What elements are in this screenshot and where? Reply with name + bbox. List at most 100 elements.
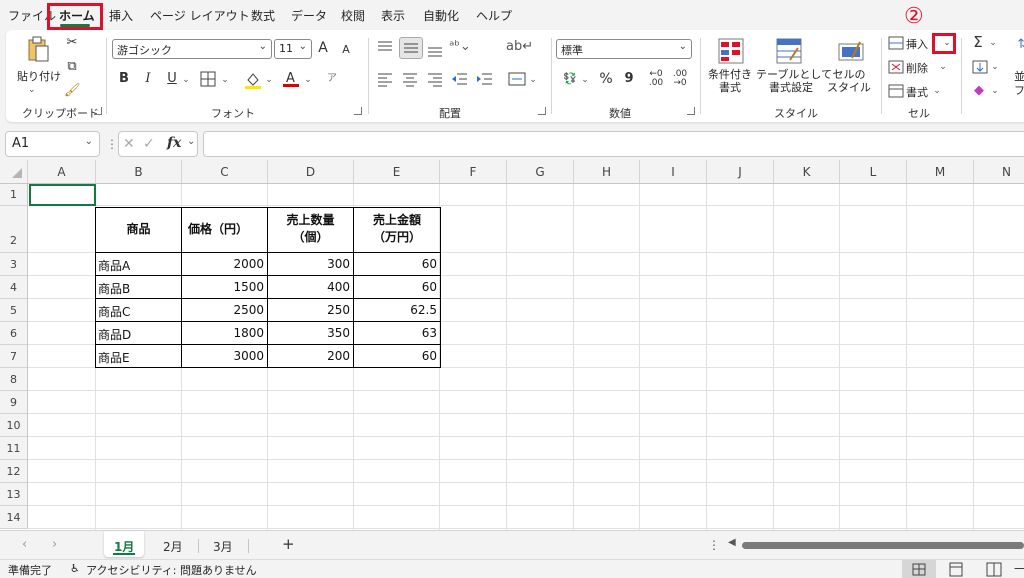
insert-function-icon[interactable]: fx (167, 135, 181, 151)
row-header-14[interactable]: 14 (0, 506, 28, 529)
select-all-corner[interactable] (0, 160, 28, 184)
font-color-dropdown-icon[interactable]: ⌄ (303, 70, 313, 89)
row-header-7[interactable]: 7 (0, 345, 28, 368)
table-cell[interactable]: 60 (356, 280, 437, 294)
format-as-table-icon[interactable] (776, 38, 802, 67)
increase-decimal-icon[interactable]: ←0.00 (646, 70, 666, 88)
autosum-dropdown-icon[interactable]: ⌄ (988, 33, 998, 52)
table-cell[interactable]: 商品D (98, 326, 178, 343)
table-header-quantity[interactable]: 売上数量 （個） (268, 211, 353, 245)
page-layout-view-button[interactable] (946, 560, 966, 578)
column-header-k[interactable]: K (774, 160, 840, 184)
column-header-a[interactable]: A (28, 160, 96, 184)
font-color-icon[interactable]: A (282, 68, 300, 91)
paste-icon[interactable] (26, 36, 50, 64)
more-options-icon[interactable]: ⋮ (708, 538, 720, 552)
table-cell[interactable]: 1500 (184, 280, 264, 294)
table-cell[interactable]: 200 (270, 349, 350, 363)
column-header-l[interactable]: L (840, 160, 907, 184)
horizontal-scrollbar[interactable] (742, 542, 1024, 549)
italic-button[interactable]: I (140, 70, 156, 88)
conditional-format-icon[interactable] (718, 38, 744, 67)
table-cell[interactable]: 250 (270, 303, 350, 317)
scroll-left-icon[interactable]: ‹ (22, 537, 27, 552)
tab-data[interactable]: データ (291, 7, 327, 24)
currency-dropdown-icon[interactable]: ⌄ (580, 70, 590, 89)
align-bottom-icon[interactable] (426, 40, 444, 61)
normal-view-button[interactable] (902, 560, 936, 578)
table-cell[interactable]: 1800 (184, 326, 264, 340)
sheet-tab-feb[interactable]: 2月 (163, 538, 183, 555)
table-cell[interactable]: 商品A (98, 257, 178, 274)
borders-dropdown-icon[interactable]: ⌄ (220, 70, 230, 89)
number-format-select[interactable]: 標準 ⌄ (556, 39, 692, 59)
insert-cells-icon[interactable] (888, 36, 904, 53)
decrease-indent-icon[interactable] (451, 70, 469, 91)
table-header-amount[interactable]: 売上金額 （万円） (354, 211, 440, 245)
align-center-icon[interactable] (401, 70, 419, 91)
align-right-icon[interactable] (426, 70, 444, 91)
font-name-select[interactable]: 游ゴシック ⌄ (112, 39, 272, 59)
table-cell[interactable]: 3000 (184, 349, 264, 363)
add-sheet-button[interactable]: + (282, 535, 295, 553)
clipboard-launcher-icon[interactable] (94, 107, 102, 115)
column-header-n[interactable]: N (974, 160, 1024, 184)
merge-dropdown-icon[interactable]: ⌄ (528, 70, 538, 89)
column-header-b[interactable]: B (96, 160, 182, 184)
align-middle-icon[interactable] (399, 37, 423, 59)
font-launcher-icon[interactable] (354, 107, 362, 115)
font-shrink-icon[interactable]: A (339, 41, 353, 59)
alignment-launcher-icon[interactable] (538, 107, 546, 115)
cut-icon[interactable]: ✂ (64, 34, 80, 52)
table-cell[interactable]: 60 (356, 349, 437, 363)
table-cell[interactable]: 商品E (98, 349, 178, 366)
decrease-decimal-icon[interactable]: .00 →0 (670, 70, 690, 88)
font-size-select[interactable]: 11 ⌄ (274, 39, 312, 59)
number-launcher-icon[interactable] (687, 107, 695, 115)
status-accessibility[interactable]: アクセシビリティ: 問題ありません (86, 562, 257, 578)
clear-dropdown-icon[interactable]: ⌄ (990, 81, 1000, 100)
column-header-f[interactable]: F (440, 160, 507, 184)
phonetic-icon[interactable]: ア (324, 70, 340, 88)
column-header-m[interactable]: M (907, 160, 974, 184)
tab-insert[interactable]: 挿入 (109, 7, 133, 24)
tab-automate[interactable]: 自動化 (423, 7, 459, 24)
table-cell[interactable]: 400 (270, 280, 350, 294)
merge-center-icon[interactable] (508, 70, 526, 91)
row-header-1[interactable]: 1 (0, 184, 28, 206)
tab-page-layout[interactable]: ページ レイアウト (150, 7, 250, 24)
row-header-6[interactable]: 6 (0, 322, 28, 345)
table-cell[interactable]: 2000 (184, 257, 264, 271)
clear-icon[interactable]: ◆ (970, 82, 988, 100)
page-break-view-button[interactable] (984, 560, 1004, 578)
table-cell[interactable]: 350 (270, 326, 350, 340)
fill-icon[interactable] (972, 60, 988, 77)
currency-icon[interactable]: 💱 (560, 70, 580, 88)
percent-button[interactable]: % (598, 70, 614, 88)
fill-dropdown-icon[interactable]: ⌄ (990, 57, 1000, 76)
column-header-j[interactable]: J (707, 160, 774, 184)
row-header-10[interactable]: 10 (0, 414, 28, 437)
row-header-13[interactable]: 13 (0, 483, 28, 506)
scroll-right-icon[interactable]: › (52, 537, 57, 552)
sort-filter-icon[interactable]: ⇅ (1014, 36, 1024, 54)
hscroll-left-icon[interactable]: ◀ (728, 537, 736, 548)
table-cell[interactable]: 63 (356, 326, 437, 340)
row-header-9[interactable]: 9 (0, 391, 28, 414)
column-header-g[interactable]: G (507, 160, 574, 184)
wrap-text-icon[interactable]: ab↵ (506, 38, 533, 56)
table-cell[interactable]: 2500 (184, 303, 264, 317)
column-header-c[interactable]: C (182, 160, 268, 184)
row-header-3[interactable]: 3 (0, 253, 28, 276)
name-box[interactable]: A1 ⌄ (5, 131, 100, 157)
row-header-11[interactable]: 11 (0, 437, 28, 460)
row-header-5[interactable]: 5 (0, 299, 28, 322)
worksheet-grid[interactable]: ABCDEFGHIJKLMN 1 2 3 4 5 6 7 8 9 10 11 12 13 14 商品 価格… (0, 160, 1024, 530)
tab-view[interactable]: 表示 (381, 7, 405, 24)
paste-dropdown-icon[interactable]: ⌄ (28, 82, 36, 95)
format-cells-button[interactable]: 書式 (906, 84, 928, 100)
table-cell[interactable]: 商品C (98, 303, 178, 320)
align-top-icon[interactable] (376, 38, 394, 59)
sheet-tab-mar[interactable]: 3月 (213, 538, 233, 555)
accessibility-icon[interactable]: ♿ (70, 562, 80, 575)
